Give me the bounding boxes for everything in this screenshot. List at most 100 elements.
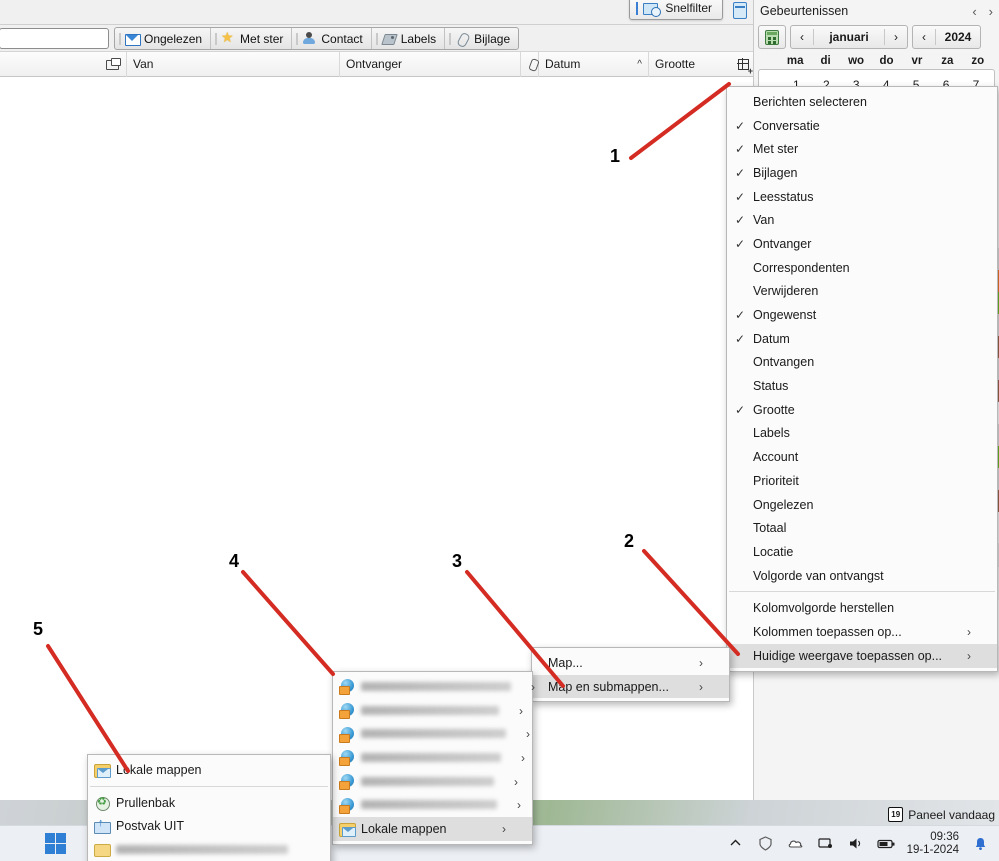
menu-item-account[interactable]: › [333, 746, 532, 770]
menu-item-volgorde-van-ontvangst[interactable]: Volgorde van ontvangst [727, 564, 997, 588]
folders-submenu[interactable]: Lokale mappen Prullenbak Postvak UIT [87, 754, 331, 861]
thread-icon [106, 58, 120, 71]
contact-icon [302, 32, 317, 46]
column-header-thread[interactable] [0, 52, 127, 77]
sort-ascending-icon: ^ [637, 59, 642, 70]
menu-item-label: Account [753, 450, 971, 464]
menu-item-map-en-submappen[interactable]: Map en submappen... › [532, 675, 729, 699]
menu-item-ongelezen[interactable]: Ongelezen [727, 493, 997, 517]
local-folders-icon [88, 763, 116, 777]
menu-item-account[interactable]: › [333, 722, 532, 746]
column-header-grootte[interactable]: Grootte [649, 52, 723, 77]
menu-item-totaal[interactable]: Totaal [727, 516, 997, 540]
menu-item-conversatie[interactable]: ✓ Conversatie [727, 114, 997, 138]
menu-item-account[interactable]: › [333, 675, 532, 699]
taskbar-clock[interactable]: 09:36 19-1-2024 [907, 831, 959, 857]
next-month-button[interactable]: › [885, 26, 907, 48]
menu-item-bijlagen[interactable]: ✓ Bijlagen [727, 161, 997, 185]
pill-divider [296, 33, 298, 45]
menu-item-ongewenst[interactable]: ✓ Ongewenst [727, 303, 997, 327]
menu-item-prullenbak[interactable]: Prullenbak [88, 791, 330, 815]
filter-pill-attachment[interactable]: Bijlage [445, 28, 518, 49]
submenu-arrow-icon: › [482, 822, 506, 836]
prev-month-button[interactable]: ‹ [791, 26, 813, 48]
network-icon[interactable] [817, 835, 834, 852]
checkmark-icon: ✓ [727, 166, 753, 180]
menu-item-leesstatus[interactable]: ✓ Leesstatus [727, 185, 997, 209]
menu-item-lokale-mappen[interactable]: Lokale mappen › [333, 817, 532, 841]
filter-pill-starred[interactable]: Met ster [211, 28, 292, 49]
column-header-datum[interactable]: Datum ^ [539, 52, 649, 77]
menu-item-kolomvolgorde-herstellen[interactable]: Kolomvolgorde herstellen [727, 596, 997, 620]
bell-icon[interactable] [972, 835, 989, 852]
menu-item-folder[interactable] [88, 838, 330, 861]
filter-pill-unread[interactable]: Ongelezen [115, 28, 211, 49]
menu-item-ontvanger[interactable]: ✓ Ontvanger [727, 232, 997, 256]
checkmark-icon: ✓ [727, 237, 753, 251]
column-header-attachment[interactable] [521, 52, 539, 77]
menu-item-berichten-selecteren[interactable]: Berichten selecteren [727, 90, 997, 114]
menu-item-account[interactable]: › [333, 699, 532, 723]
menu-item-verwijderen[interactable]: Verwijderen [727, 280, 997, 304]
column-header-ontvanger[interactable]: Ontvanger [340, 52, 521, 77]
menu-item-datum[interactable]: ✓ Datum [727, 327, 997, 351]
column-picker-icon[interactable]: + [734, 55, 752, 73]
filter-pill-contact[interactable]: Contact [292, 28, 371, 49]
battery-icon[interactable] [877, 835, 894, 852]
menu-item-account[interactable]: › [333, 793, 532, 817]
quick-filter-button[interactable]: Snelfilter [629, 0, 723, 20]
menu-item-account[interactable]: › [333, 770, 532, 794]
events-next-icon[interactable]: › [989, 4, 993, 19]
menu-item-label-redacted [361, 704, 499, 718]
message-pane-toggle-icon[interactable] [731, 1, 749, 21]
accounts-submenu[interactable]: › › › › › › Lokale mappen › [332, 671, 533, 845]
menu-item-label: Conversatie [753, 119, 971, 133]
menu-item-label: Correspondenten [753, 261, 971, 275]
panel-vandaag-window-button[interactable]: 19 Paneel vandaag [888, 807, 995, 822]
menu-item-account[interactable]: Account [727, 445, 997, 469]
column-options-context-menu[interactable]: Berichten selecteren ✓ Conversatie ✓ Met… [726, 86, 998, 672]
mail-toolbar: Snelfilter [0, 0, 753, 25]
menu-item-met-ster[interactable]: ✓ Met ster [727, 137, 997, 161]
menu-item-correspondenten[interactable]: Correspondenten [727, 256, 997, 280]
today-button-group [758, 25, 786, 49]
windows-start-icon[interactable] [44, 832, 68, 856]
weekday-label: do [871, 55, 901, 67]
prev-year-button[interactable]: ‹ [913, 26, 935, 48]
menu-item-labels[interactable]: Labels [727, 422, 997, 446]
shield-icon[interactable] [757, 835, 774, 852]
menu-item-prioriteit[interactable]: Prioriteit [727, 469, 997, 493]
menu-item-label-redacted [361, 775, 494, 789]
panel-vandaag-label: Paneel vandaag [908, 808, 995, 822]
menu-item-lokale-mappen[interactable]: Lokale mappen [88, 758, 330, 782]
volume-icon[interactable] [847, 835, 864, 852]
menu-item-locatie[interactable]: Locatie [727, 540, 997, 564]
chevron-up-icon[interactable] [727, 835, 744, 852]
year-nav-group: ‹ 2024 [912, 25, 981, 49]
menu-item-postvak-uit[interactable]: Postvak UIT [88, 814, 330, 838]
search-input[interactable] [0, 28, 109, 49]
menu-item-status[interactable]: Status [727, 374, 997, 398]
current-year-label: 2024 [936, 26, 980, 48]
weekday-header-row: ma di wo do vr za zo [754, 51, 999, 69]
menu-item-kolommen-toepassen-op[interactable]: Kolommen toepassen op... › [727, 620, 997, 644]
annotation-number-3: 3 [452, 551, 462, 572]
menu-divider [90, 786, 328, 787]
events-prev-icon[interactable]: ‹ [972, 4, 976, 19]
menu-item-label-redacted [361, 798, 497, 812]
filter-pill-tags[interactable]: Labels [372, 28, 445, 49]
cloud-icon[interactable] [787, 835, 804, 852]
menu-item-huidige-weergave-toepassen-op[interactable]: Huidige weergave toepassen op... › [727, 644, 997, 668]
annotation-number-1: 1 [610, 146, 620, 167]
menu-item-ontvangen[interactable]: Ontvangen [727, 351, 997, 375]
menu-item-grootte[interactable]: ✓ Grootte [727, 398, 997, 422]
menu-item-map[interactable]: Map... › [532, 651, 729, 675]
submenu-arrow-icon: › [511, 680, 535, 694]
apply-view-submenu[interactable]: Map... › Map en submappen... › [531, 647, 730, 702]
filter-pill-group: Ongelezen Met ster Contact Labels Bijlag [114, 27, 519, 50]
column-header-label: Ontvanger [346, 57, 402, 71]
menu-item-van[interactable]: ✓ Van [727, 208, 997, 232]
column-header-van[interactable]: Van [127, 52, 340, 77]
go-to-today-button[interactable] [759, 26, 785, 48]
checkmark-icon: ✓ [727, 142, 753, 156]
